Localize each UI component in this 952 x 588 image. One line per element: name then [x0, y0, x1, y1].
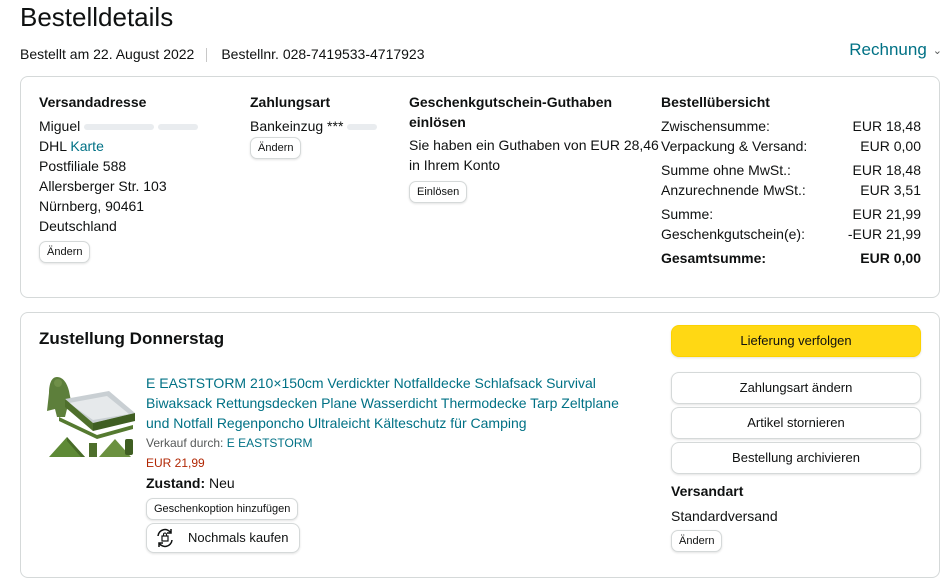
order-info-card: Versandadresse Miguel DHL Karte Postfili…: [20, 76, 940, 298]
shipping-heading: Versandadresse: [39, 94, 147, 110]
page-title: Bestelldetails: [20, 2, 174, 32]
carrier-line: DHL Karte: [39, 138, 104, 154]
cancel-items-button[interactable]: Artikel stornieren: [671, 407, 921, 439]
invoice-dropdown[interactable]: Rechnung ⌄: [849, 40, 942, 60]
giftcard-balance-line: in Ihrem Konto: [409, 157, 501, 173]
delivery-heading: Zustellung Donnerstag: [39, 329, 225, 348]
address-line-2: Allersberger Str. 103: [39, 178, 167, 194]
address-line-1: Postfiliale 588: [39, 158, 127, 174]
buy-again-icon: [157, 528, 173, 548]
giftcard-heading-line: einlösen: [409, 114, 466, 130]
product-title-line[interactable]: E EASTSTORM 210×150cm Verdickter Notfall…: [146, 373, 619, 393]
summary-heading: Bestellübersicht: [661, 94, 770, 110]
chevron-down-icon: ⌄: [932, 45, 942, 58]
buy-again-label[interactable]: Nochmals kaufen: [188, 530, 288, 545]
giftcard-balance-line: Sie haben ein Guthaben von EUR 28,46: [409, 137, 659, 153]
change-shipping-type-button[interactable]: Ändern: [671, 530, 723, 552]
buy-again-button[interactable]: Nochmals kaufen: [146, 523, 300, 553]
giftcard-balance-text: Sie haben ein Guthaben von EUR 28,46 in …: [409, 135, 659, 175]
track-package-button[interactable]: Lieferung verfolgen: [671, 325, 921, 357]
redacted-text: [347, 124, 378, 131]
order-meta: Bestellt am 22. August 2022 Bestellnr. 02…: [20, 46, 425, 63]
seller-line: Verkauf durch: E EASTSTORM: [146, 436, 313, 450]
order-number: Bestellnr. 028-7419533-4717923: [221, 46, 425, 62]
meta-divider: [206, 48, 208, 63]
shipping-type-value: Standardversand: [671, 508, 778, 524]
recipient-name: Miguel: [39, 116, 199, 136]
change-address-button[interactable]: Ändern: [39, 241, 91, 263]
add-gift-option-button[interactable]: Geschenkoption hinzufügen: [146, 498, 299, 520]
change-payment-button[interactable]: Ändern: [250, 137, 302, 159]
address-line-4: Deutschland: [39, 218, 117, 234]
shipping-address: Miguel DHL Karte Postfiliale 588 Allersb…: [39, 116, 199, 236]
address-line-3: Nürnberg, 90461: [39, 198, 145, 214]
change-payment-method-button[interactable]: Zahlungsart ändern: [671, 372, 921, 404]
product-title-link[interactable]: E EASTSTORM 210×150cm Verdickter Notfall…: [146, 373, 619, 433]
giftcard-heading-line: Geschenkgutschein-Guthaben: [409, 94, 613, 110]
payment-heading: Zahlungsart: [250, 94, 331, 110]
seller-link[interactable]: E EASTSTORM: [227, 436, 313, 450]
product-image[interactable]: [45, 373, 137, 465]
invoice-label[interactable]: Rechnung: [849, 40, 927, 59]
product-title-line[interactable]: Biwaksack Rettungsdecken Plane Wasserdic…: [146, 393, 619, 413]
redacted-text: [84, 124, 155, 131]
payment-method: Bankeinzug ***: [250, 116, 378, 136]
redeem-button[interactable]: Einlösen: [409, 181, 468, 203]
product-title-line[interactable]: und Notfall Regenponcho Ultraleicht Kält…: [146, 413, 619, 433]
product-price: EUR 21,99: [146, 456, 205, 470]
archive-order-button[interactable]: Bestellung archivieren: [671, 442, 921, 474]
product-condition: Zustand: Neu: [146, 475, 235, 491]
delivery-card: Zustellung Donnerstag E EASTSTORM 210×15…: [20, 312, 940, 578]
redacted-text: [158, 124, 199, 131]
giftcard-heading: Geschenkgutschein-Guthaben einlösen: [409, 92, 612, 132]
map-link[interactable]: Karte: [70, 138, 103, 154]
order-date: Bestellt am 22. August 2022: [20, 46, 195, 62]
shipping-type-heading: Versandart: [671, 483, 744, 499]
